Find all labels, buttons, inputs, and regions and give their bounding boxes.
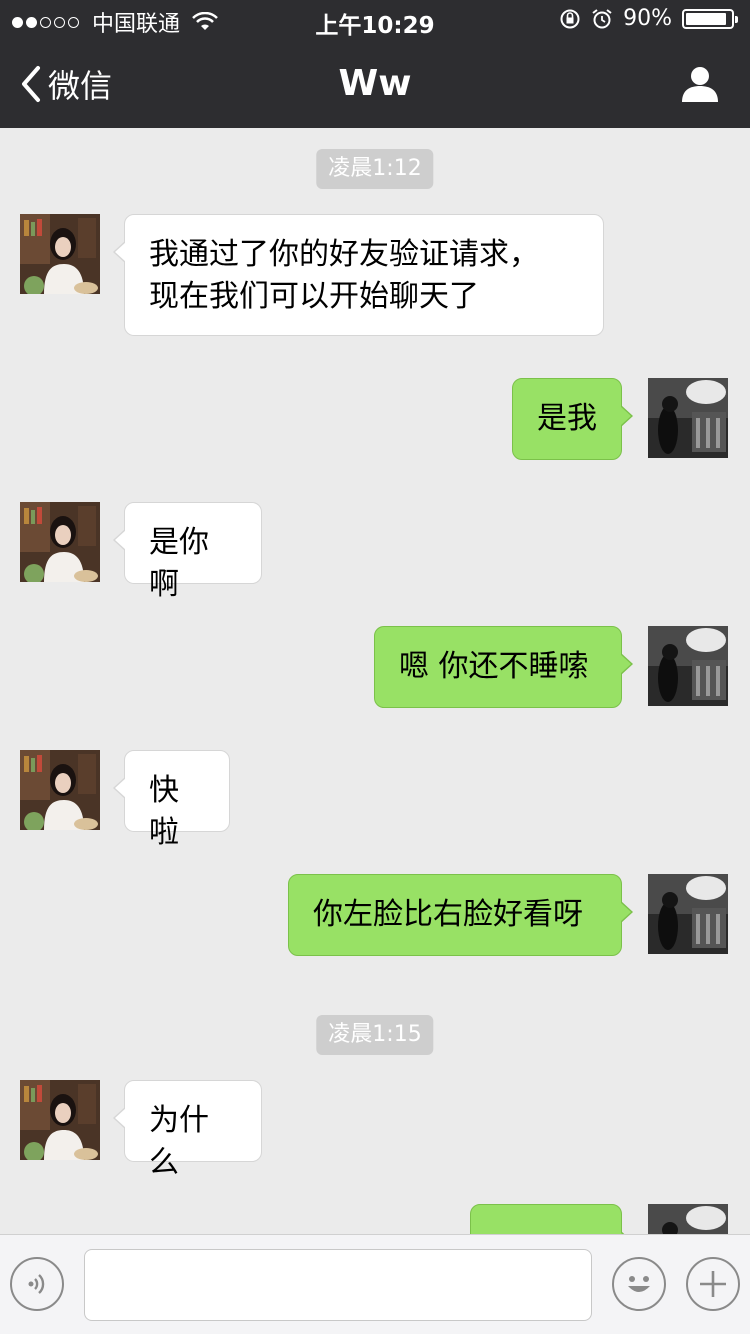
contact-avatar[interactable] — [20, 214, 100, 294]
battery-level — [686, 12, 726, 25]
person-icon[interactable] — [680, 64, 720, 104]
battery-tip — [735, 15, 738, 23]
message-input[interactable] — [84, 1249, 592, 1321]
rotation-lock-icon — [560, 9, 580, 28]
message-bubble[interactable]: 是你啊 — [113, 502, 262, 602]
battery-icon — [682, 8, 738, 29]
back-label: 微信 — [48, 67, 113, 105]
chat-area[interactable]: 凌晨1:12 我通过了你的好友验证请求， 现在我们可以开始聊天了 是我 是你啊 … — [0, 128, 750, 1234]
message-bubble[interactable]: 你左脸比右脸好看呀 — [288, 874, 633, 956]
chat-title: Ww — [338, 63, 412, 104]
nav-bar: 微信 Ww — [0, 40, 750, 128]
my-avatar[interactable] — [648, 874, 728, 954]
my-avatar[interactable] — [648, 378, 728, 458]
contact-avatar[interactable] — [20, 750, 100, 830]
input-bar — [0, 1234, 750, 1334]
message-bubble[interactable]: 快啦 — [113, 750, 230, 850]
battery-percent: 90% — [623, 6, 672, 31]
voice-button[interactable] — [10, 1257, 64, 1311]
contact-avatar[interactable] — [20, 1080, 100, 1160]
add-button[interactable] — [686, 1257, 740, 1311]
message-bubble[interactable]: 嗯 你还不睡嗦 — [374, 626, 633, 708]
back-button[interactable]: 微信 — [20, 40, 112, 128]
message-bubble[interactable] — [470, 1204, 633, 1234]
my-avatar[interactable] — [648, 626, 728, 706]
status-bar: 中国联通 上午10:29 90% — [0, 0, 750, 40]
message-bubble[interactable]: 我通过了你的好友验证请求， 现在我们可以开始聊天了 — [113, 214, 604, 336]
timestamp: 凌晨1:12 — [316, 149, 434, 189]
voice-icon — [28, 1274, 45, 1294]
emoji-icon — [628, 1276, 650, 1292]
timestamp: 凌晨1:15 — [316, 1015, 434, 1055]
alarm-icon — [592, 8, 612, 28]
contact-avatar[interactable] — [20, 502, 100, 582]
plus-icon — [700, 1271, 726, 1297]
emoji-button[interactable] — [612, 1257, 666, 1311]
my-avatar[interactable] — [648, 1204, 728, 1234]
chevron-left-icon — [22, 66, 40, 102]
message-bubble[interactable]: 是我 — [512, 378, 633, 460]
status-right: 90% — [549, 6, 738, 31]
message-bubble[interactable]: 为什么 — [113, 1080, 262, 1180]
